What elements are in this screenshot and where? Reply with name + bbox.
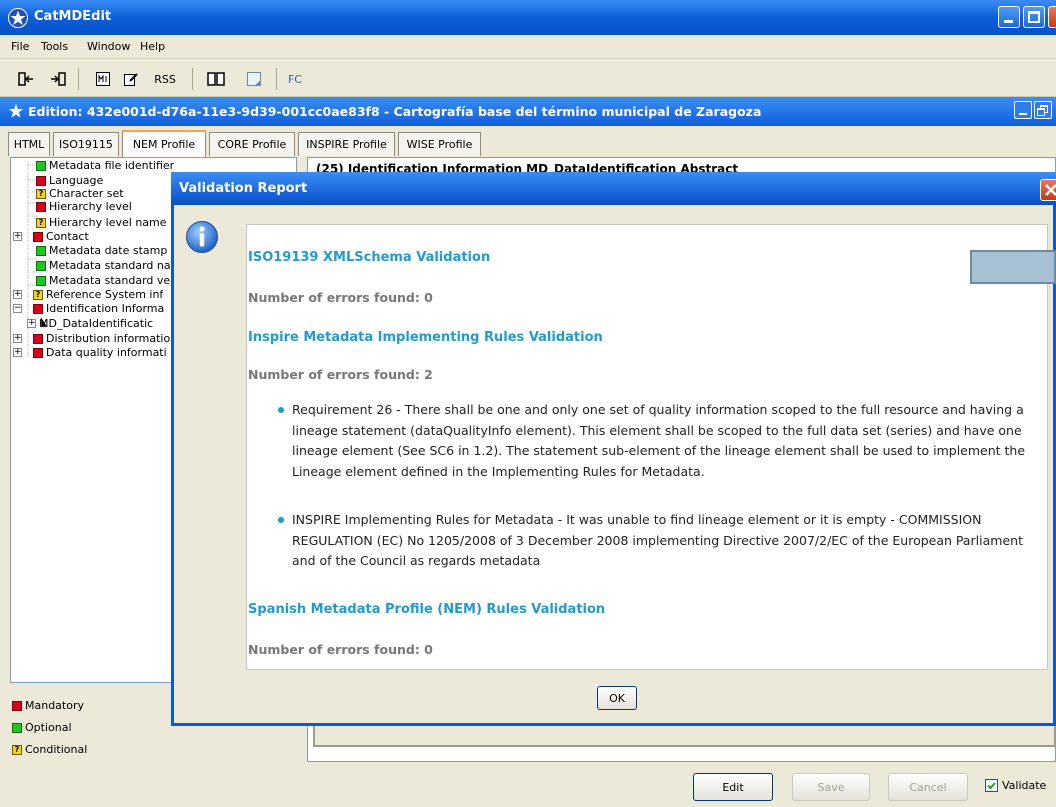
fc-button[interactable]: FC <box>284 70 306 88</box>
edition-titlebar: Edition: 432e001d-d76a-11e3-9d39-001cc0a… <box>0 97 1056 126</box>
tree-item[interactable]: − Identification Informa <box>13 302 164 315</box>
edit-doc-icon[interactable] <box>121 70 141 88</box>
tree-item[interactable]: ? Hierarchy level name <box>36 216 167 229</box>
checkbox-icon[interactable] <box>985 779 998 792</box>
mandatory-icon <box>33 333 43 344</box>
optional-icon <box>36 245 46 256</box>
tree-item[interactable]: + Contact <box>13 230 89 243</box>
tree-item[interactable]: ? Character set <box>36 187 124 200</box>
menu-window[interactable]: Window <box>87 40 130 53</box>
expand-icon[interactable]: + <box>13 334 22 343</box>
mandatory-icon <box>33 303 43 314</box>
section-heading: Inspire Metadata Implementing Rules Vali… <box>248 330 603 345</box>
optional-icon <box>36 160 46 171</box>
close-button[interactable] <box>1048 6 1056 28</box>
legend-conditional: ? Conditional <box>12 743 87 756</box>
edition-restore-button[interactable] <box>1034 101 1052 119</box>
tree-item[interactable]: Metadata date stamp <box>36 244 167 257</box>
tree-item[interactable]: + Distribution informatio <box>13 332 170 345</box>
toolbar-separator <box>192 68 193 90</box>
dialog-titlebar: Validation Report <box>171 172 1056 205</box>
toolbar-separator <box>276 68 277 90</box>
main-titlebar: CatMDEdit <box>0 0 1056 35</box>
tab-core-profile[interactable]: CORE Profile <box>209 132 295 156</box>
legend-optional: Optional <box>12 721 72 734</box>
bullet-icon <box>278 517 284 523</box>
background-field <box>970 250 1056 284</box>
collapse-icon[interactable]: − <box>13 304 22 313</box>
section-heading: Spanish Metadata Profile (NEM) Rules Val… <box>248 602 606 617</box>
star-icon <box>8 8 28 28</box>
book-icon[interactable] <box>205 70 227 88</box>
tree-item[interactable]: Metadata standard na <box>36 259 171 272</box>
error-item: INSPIRE Implementing Rules for Metadata … <box>278 510 1042 572</box>
bullet-icon <box>278 407 284 413</box>
menu-tools[interactable]: Tools <box>41 40 68 53</box>
expand-icon[interactable]: + <box>27 319 36 328</box>
optional-icon <box>36 275 46 286</box>
tree-item[interactable]: Language <box>36 174 103 187</box>
mandatory-icon <box>36 201 46 212</box>
minimize-button[interactable] <box>998 6 1020 28</box>
tab-wise-profile[interactable]: WISE Profile <box>398 132 481 156</box>
app-title: CatMDEdit <box>34 9 112 24</box>
mandatory-icon <box>33 231 43 242</box>
tree-item[interactable]: Metadata file identifier <box>36 159 174 172</box>
mandatory-icon <box>36 175 46 186</box>
ok-button[interactable]: OK <box>597 686 637 710</box>
optional-icon <box>12 722 22 733</box>
dialog-close-button[interactable] <box>1040 179 1056 201</box>
edit-button[interactable]: Edit <box>693 773 773 801</box>
dialog-title: Validation Report <box>179 181 308 196</box>
error-count: Number of errors found: 2 <box>248 367 433 382</box>
save-button[interactable]: Save <box>792 773 870 801</box>
expand-icon[interactable]: + <box>13 232 22 241</box>
rss-button[interactable]: RSS <box>150 70 180 88</box>
info-icon <box>186 221 218 253</box>
cancel-button[interactable]: Cancel <box>888 773 968 801</box>
conditional-icon: ? <box>36 188 46 199</box>
tree-item[interactable]: + MD_DataIdentificatic <box>27 317 153 330</box>
menu-file[interactable]: File <box>11 40 29 53</box>
conditional-icon: ? <box>36 217 46 228</box>
tree-item[interactable]: Metadata standard ve <box>36 274 170 287</box>
menubar: File Tools Window Help <box>0 35 1056 59</box>
validate-checkbox[interactable]: Validate <box>985 779 1046 792</box>
metadata-icon[interactable] <box>93 70 113 88</box>
menu-help[interactable]: Help <box>140 40 165 53</box>
toolbar-separator <box>78 68 79 90</box>
optional-icon <box>36 260 46 271</box>
star-icon <box>8 103 24 118</box>
conditional-icon: ? <box>12 744 22 755</box>
document-icon[interactable] <box>244 70 264 88</box>
tree-item[interactable]: +? Reference System inf <box>13 288 163 301</box>
expand-icon[interactable]: + <box>13 348 22 357</box>
conditional-icon: ? <box>33 289 43 300</box>
legend-mandatory: Mandatory <box>12 699 84 712</box>
edition-title: Edition: 432e001d-d76a-11e3-9d39-001cc0a… <box>28 104 762 119</box>
toolbar: RSS FC <box>0 60 1056 97</box>
tree-item[interactable]: Hierarchy level <box>36 200 132 213</box>
tab-html[interactable]: HTML <box>8 132 50 156</box>
maximize-button[interactable] <box>1023 6 1045 28</box>
tab-nem-profile[interactable]: NEM Profile <box>122 130 206 157</box>
tree-item[interactable]: + Data quality informati <box>13 346 167 359</box>
error-count: Number of errors found: 0 <box>248 290 433 305</box>
tab-iso19115[interactable]: ISO19115 <box>53 132 119 156</box>
export-icon[interactable] <box>48 70 68 88</box>
edition-minimize-button[interactable] <box>1014 101 1032 119</box>
expand-icon[interactable]: + <box>13 290 22 299</box>
tab-inspire-profile[interactable]: INSPIRE Profile <box>298 132 395 156</box>
section-heading: ISO19139 XMLSchema Validation <box>248 250 491 265</box>
error-count: Number of errors found: 0 <box>248 642 433 657</box>
mandatory-icon <box>12 700 22 711</box>
error-item: Requirement 26 - There shall be one and … <box>278 400 1042 482</box>
mandatory-icon <box>33 347 43 358</box>
import-icon[interactable] <box>16 70 36 88</box>
